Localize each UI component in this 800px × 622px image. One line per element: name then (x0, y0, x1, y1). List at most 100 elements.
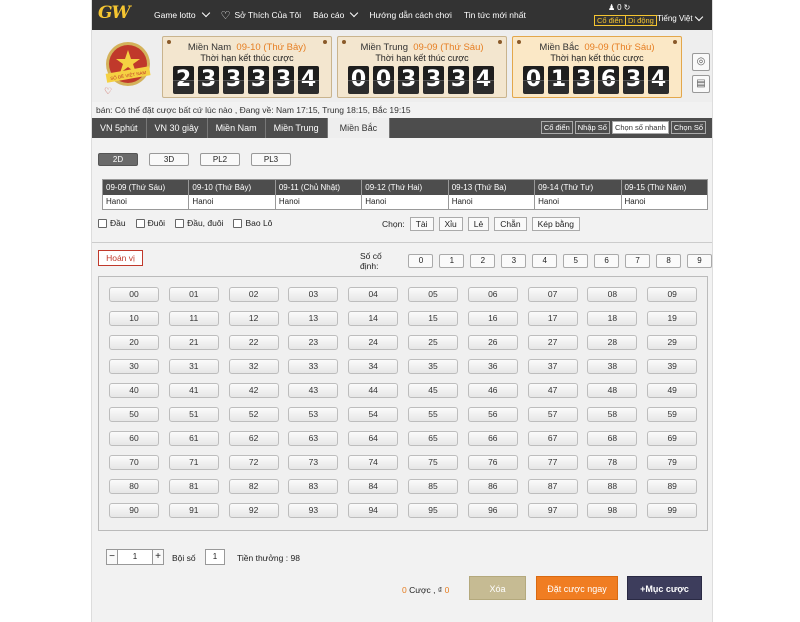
fixed-digit-button[interactable]: 8 (656, 254, 682, 268)
number-button[interactable]: 09 (647, 287, 698, 302)
number-button[interactable]: 94 (348, 503, 399, 518)
number-button[interactable]: 15 (408, 311, 458, 326)
number-button[interactable]: 65 (408, 431, 458, 446)
number-button[interactable]: 96 (467, 503, 518, 518)
number-button[interactable]: 03 (288, 287, 339, 302)
number-button[interactable]: 49 (647, 383, 698, 398)
date-option[interactable]: 09-09 (Thứ Sáu) (103, 180, 190, 195)
number-button[interactable]: 38 (587, 359, 638, 374)
fixed-digit-button[interactable]: 0 (408, 254, 434, 268)
date-option[interactable]: 09-11 (Chủ Nhật) (276, 180, 363, 195)
decrement-button[interactable]: − (106, 549, 118, 565)
number-button[interactable]: 46 (467, 383, 518, 398)
number-button[interactable]: 59 (647, 407, 698, 422)
number-button[interactable]: 45 (408, 383, 458, 398)
number-button[interactable]: 34 (348, 359, 399, 374)
chon-tai-button[interactable]: Tài (409, 217, 434, 231)
hoan-vi-button[interactable]: Hoán vị (98, 250, 143, 266)
number-button[interactable]: 36 (467, 359, 518, 374)
number-button[interactable]: 73 (288, 455, 339, 470)
number-button[interactable]: 31 (168, 359, 219, 374)
clear-button[interactable]: Xóa (469, 576, 526, 600)
number-button[interactable]: 23 (288, 335, 339, 350)
number-button[interactable]: 75 (408, 455, 458, 470)
number-button[interactable]: 79 (647, 455, 698, 470)
number-button[interactable]: 86 (467, 479, 518, 494)
number-button[interactable]: 62 (228, 431, 279, 446)
number-button[interactable]: 37 (527, 359, 578, 374)
filter-bao-lo-checkbox[interactable]: Bao Lô (233, 218, 272, 228)
globe-icon[interactable]: ◎ (692, 53, 710, 71)
logo[interactable]: GW (98, 3, 142, 27)
tab-pl2[interactable]: PL2 (200, 153, 240, 166)
number-button[interactable]: 56 (467, 407, 518, 422)
number-button[interactable]: 28 (587, 335, 638, 350)
fixed-digit-button[interactable]: 1 (439, 254, 465, 268)
number-button[interactable]: 51 (168, 407, 219, 422)
number-button[interactable]: 47 (527, 383, 578, 398)
number-button[interactable]: 63 (288, 431, 339, 446)
number-button[interactable]: 90 (109, 503, 159, 518)
number-button[interactable]: 14 (348, 311, 399, 326)
number-button[interactable]: 85 (408, 479, 458, 494)
number-button[interactable]: 11 (168, 311, 219, 326)
number-button[interactable]: 68 (587, 431, 638, 446)
number-button[interactable]: 29 (647, 335, 698, 350)
number-button[interactable]: 61 (168, 431, 219, 446)
number-button[interactable]: 40 (109, 383, 159, 398)
fixed-digit-button[interactable]: 7 (625, 254, 651, 268)
number-button[interactable]: 07 (527, 287, 578, 302)
number-button[interactable]: 42 (228, 383, 279, 398)
tab-vn-5phut[interactable]: VN 5phút (92, 118, 147, 138)
number-button[interactable]: 24 (348, 335, 399, 350)
tab-2d[interactable]: 2D (98, 153, 138, 166)
number-button[interactable]: 70 (109, 455, 159, 470)
number-button[interactable]: 83 (288, 479, 339, 494)
date-option[interactable]: 09-15 (Thứ Năm) (622, 180, 707, 195)
number-button[interactable]: 02 (228, 287, 279, 302)
tab-vn-30-giay[interactable]: VN 30 giây (147, 118, 208, 138)
mode-enter-number-tab[interactable]: Nhập Số (574, 121, 610, 134)
chon-le-button[interactable]: Lẻ (467, 217, 490, 231)
mode-pick-number-tab[interactable]: Chọn Số (670, 121, 706, 134)
number-button[interactable]: 12 (228, 311, 279, 326)
fixed-digit-button[interactable]: 3 (501, 254, 527, 268)
tab-mien-bac[interactable]: Miền Bắc (327, 118, 391, 138)
nav-how-to-play[interactable]: Hướng dẫn cách chơi (369, 10, 452, 20)
tab-pl3[interactable]: PL3 (251, 153, 291, 166)
mode-classic-button[interactable]: Cổ điển (594, 15, 626, 26)
number-button[interactable]: 08 (587, 287, 638, 302)
tab-mien-trung[interactable]: Miền Trung (266, 118, 328, 138)
number-button[interactable]: 19 (647, 311, 698, 326)
number-button[interactable]: 60 (109, 431, 159, 446)
number-button[interactable]: 06 (467, 287, 518, 302)
add-to-bet-list-button[interactable]: +Mục cược (627, 576, 702, 600)
number-button[interactable]: 01 (168, 287, 219, 302)
number-button[interactable]: 35 (408, 359, 458, 374)
refresh-icon[interactable]: ↻ (624, 3, 631, 12)
number-button[interactable]: 72 (228, 455, 279, 470)
number-button[interactable]: 76 (467, 455, 518, 470)
number-button[interactable]: 57 (527, 407, 578, 422)
number-button[interactable]: 89 (647, 479, 698, 494)
fixed-digit-button[interactable]: 9 (687, 254, 712, 268)
number-button[interactable]: 27 (527, 335, 578, 350)
filter-dau-duoi-checkbox[interactable]: Đầu, đuôi (175, 218, 223, 228)
number-button[interactable]: 22 (228, 335, 279, 350)
number-button[interactable]: 20 (109, 335, 159, 350)
document-icon[interactable]: ▤ (692, 75, 710, 93)
place-bet-button[interactable]: Đặt cược ngay (536, 576, 618, 600)
number-button[interactable]: 05 (408, 287, 458, 302)
number-button[interactable]: 84 (348, 479, 399, 494)
number-button[interactable]: 17 (527, 311, 578, 326)
number-button[interactable]: 10 (109, 311, 159, 326)
number-button[interactable]: 81 (168, 479, 219, 494)
date-option[interactable]: 09-12 (Thứ Hai) (362, 180, 449, 195)
draw-card-mien-bac[interactable]: Miền Bắc 09-09 (Thứ Sáu) Thời hạn kết th… (512, 36, 682, 98)
tab-3d[interactable]: 3D (149, 153, 189, 166)
fixed-digit-button[interactable]: 2 (470, 254, 496, 268)
chon-xiu-button[interactable]: Xỉu (438, 217, 463, 231)
number-button[interactable]: 13 (288, 311, 339, 326)
number-button[interactable]: 30 (109, 359, 159, 374)
chon-chan-button[interactable]: Chẵn (494, 217, 527, 231)
